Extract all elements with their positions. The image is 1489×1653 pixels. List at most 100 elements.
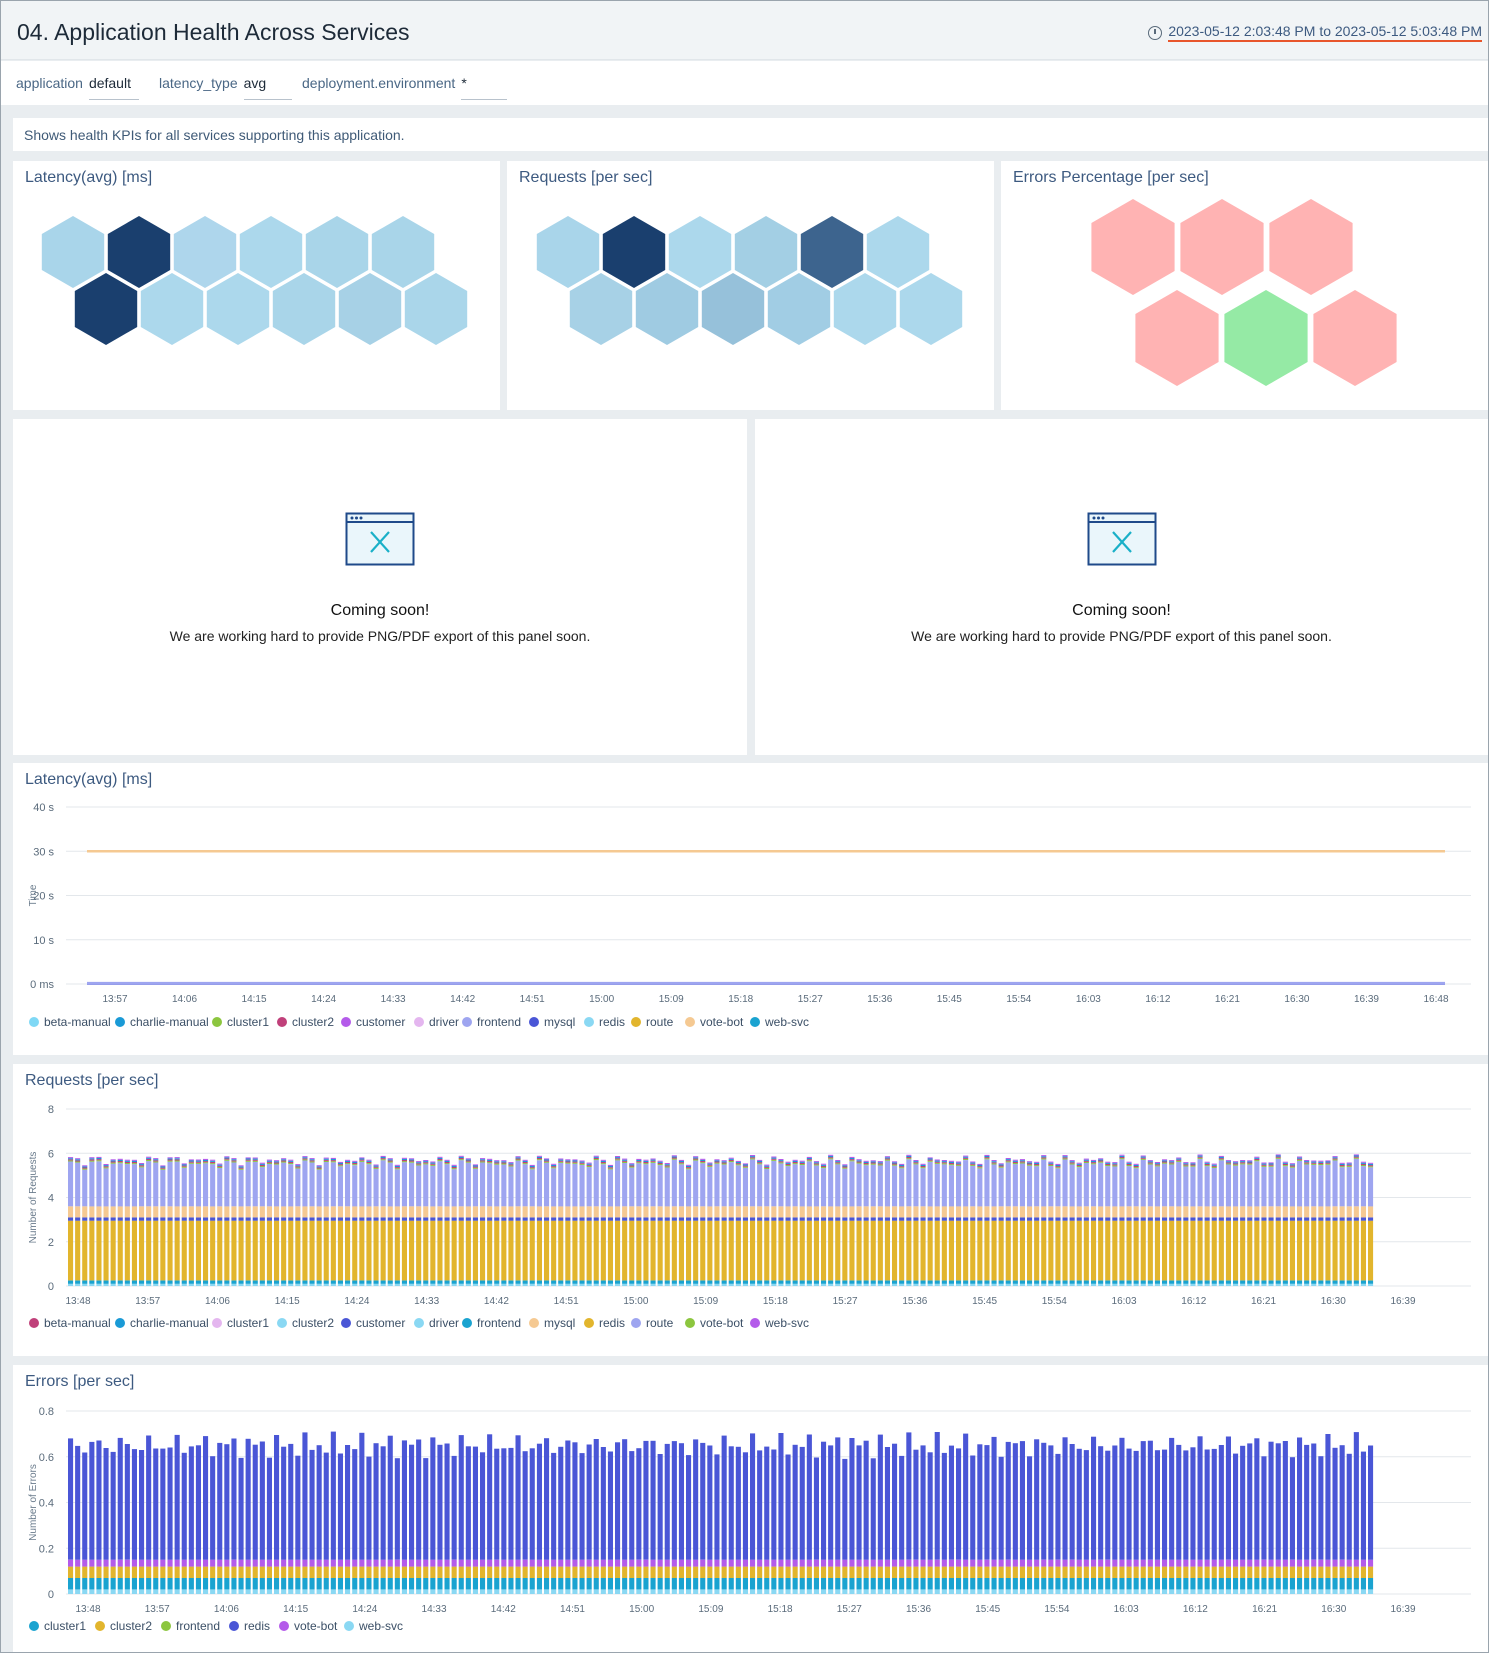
bar-segment-charlie-manual [1268,1163,1274,1165]
bar-segment-redis [558,1446,564,1560]
x-tick-label: 15:27 [833,1296,858,1307]
bar-segment-beta-manual [579,1162,585,1164]
bar-segment-cluster2 [96,1566,102,1578]
bar-segment-redis [629,1220,635,1281]
bar-segment-frontend [423,1280,429,1284]
bar-segment-cluster2 [146,1566,152,1578]
bar-segment-customer [977,1217,983,1221]
bar-segment-redis [323,1220,329,1281]
bar-segment-mysql [963,1206,969,1218]
filter-value[interactable]: * [461,75,508,100]
bar-segment-mysql [160,1206,166,1218]
bar-segment-customer [984,1217,990,1221]
bar-segment-redis [835,1220,841,1281]
bar-segment-redis [146,1220,152,1281]
bar-segment-frontend [103,1280,109,1284]
bar-segment-frontend [686,1280,692,1284]
filter-application[interactable]: application default [16,75,139,100]
bar-segment-mysql [735,1206,741,1218]
legend-item: driver [429,1015,459,1029]
bar-segment-frontend [444,1280,450,1284]
bar-segment-web-svc [1176,1589,1182,1594]
bar-segment-beta-manual [1105,1163,1111,1165]
bar-segment-vote-bot [636,1559,642,1567]
bar-segment-mysql [1332,1206,1338,1218]
bar-segment-redis [643,1440,649,1560]
bar-segment-web-svc [544,1589,550,1594]
bar-segment-web-svc [593,1589,599,1594]
honeycomb-cell [41,216,105,288]
bar-segment-web-svc [167,1589,173,1594]
bar-segment-cluster2 [124,1566,130,1578]
filter-latency-type[interactable]: latency_type avg [159,75,292,100]
bar-segment-charlie-manual [728,1158,734,1160]
bar-segment-cluster2 [75,1283,81,1286]
bar-segment-mysql [1204,1206,1210,1218]
bar-segment-vote-bot [835,1163,841,1165]
bar-segment-vote-bot [1211,1166,1217,1168]
bar-segment-web-svc [522,1589,528,1594]
bar-segment-cluster2 [359,1566,365,1578]
y-tick-label: 40 s [33,802,54,814]
bar-segment-vote-bot [124,1559,130,1567]
bar-segment-web-svc [444,1589,450,1594]
bar-segment-customer [1204,1217,1210,1221]
filter-value[interactable]: default [88,75,139,100]
bar-segment-charlie-manual [487,1159,493,1161]
bar-segment-cluster2 [1154,1566,1160,1578]
bar-segment-mysql [551,1206,557,1218]
bar-segment-mysql [295,1206,301,1218]
bar-segment-redis [1225,1436,1231,1560]
bar-segment-cluster1 [110,1578,116,1590]
bar-segment-frontend [465,1280,471,1284]
bar-segment-route [501,1164,507,1207]
bar-segment-redis [210,1220,216,1281]
bar-segment-route [238,1169,244,1207]
bar-segment-redis [721,1435,727,1560]
bar-segment-customer [1105,1217,1111,1221]
bar-segment-cluster1 [124,1578,130,1590]
bar-segment-vote-bot [1225,1163,1231,1165]
bar-segment-vote-bot [757,1163,763,1165]
bar-segment-cluster2 [806,1566,812,1578]
bar-segment-beta-manual [1197,1156,1203,1158]
bar-segment-vote-bot [231,1559,237,1567]
bar-segment-route [458,1160,464,1207]
bar-segment-redis [1225,1220,1231,1281]
bar-segment-web-svc [451,1164,457,1166]
bar-segment-beta-manual [1019,1161,1025,1163]
bar-segment-frontend [742,1280,748,1284]
bar-segment-mysql [444,1206,450,1218]
bar-segment-frontend [1041,1280,1047,1284]
bar-segment-mysql [1360,1206,1366,1218]
bar-segment-route [274,1164,280,1207]
time-range-text[interactable]: 2023-05-12 2:03:48 PM to 2023-05-12 5:03… [1168,23,1482,42]
bar-segment-redis [203,1436,209,1560]
bar-segment-vote-bot [323,1559,329,1567]
bar-segment-web-svc [288,1159,294,1161]
bar-segment-vote-bot [345,1163,351,1165]
x-tick-label: 15:36 [906,1604,931,1615]
bar-segment-web-svc [920,1589,926,1594]
bar-segment-vote-bot [373,1559,379,1567]
bar-segment-beta-manual [622,1160,628,1162]
y-axis-label: Time [28,884,39,906]
bar-segment-frontend [252,1280,258,1284]
bar-segment-frontend [984,1280,990,1284]
bar-segment-charlie-manual [991,1161,997,1163]
bar-segment-web-svc [1012,1589,1018,1594]
bar-segment-web-svc [849,1589,855,1594]
bar-segment-charlie-manual [714,1160,720,1162]
bar-segment-web-svc [821,1163,827,1165]
bar-segment-redis [309,1449,315,1560]
bar-segment-cluster2 [678,1566,684,1578]
filter-deployment-environment[interactable]: deployment.environment * [302,75,508,100]
bar-segment-cluster2 [977,1283,983,1286]
legend-swatch [29,1017,39,1027]
bar-segment-redis [622,1439,628,1560]
time-range-picker[interactable]: 2023-05-12 2:03:48 PM to 2023-05-12 5:03… [1148,23,1482,42]
bar-segment-web-svc [671,1155,677,1157]
filter-value[interactable]: avg [243,75,292,100]
bar-segment-redis [813,1457,819,1560]
x-tick-label: 16:03 [1076,994,1101,1005]
